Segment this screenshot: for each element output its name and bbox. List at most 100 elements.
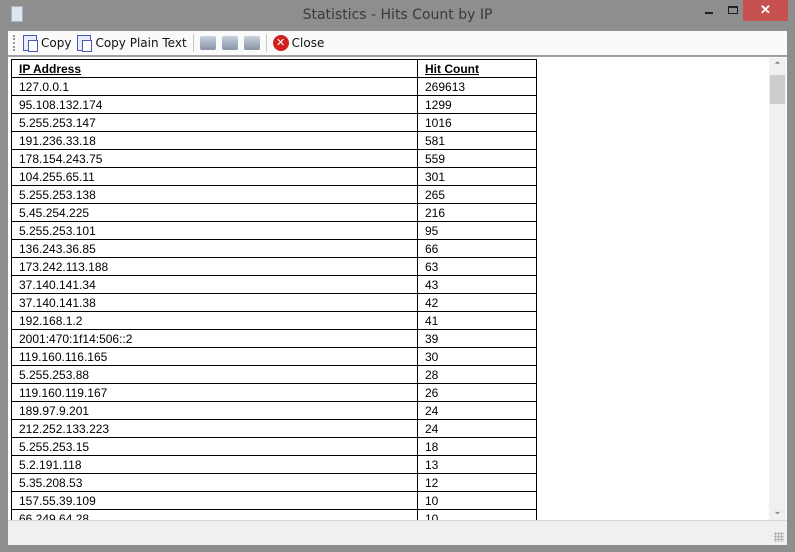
column-header-ip: IP Address (11, 59, 418, 78)
table-row: 191.236.33.18 581 (11, 131, 537, 150)
report-view: IP Address Hit Count 127.0.0.1 269613 95.1… (8, 58, 787, 520)
ip-address-cell: 5.255.253.101 (11, 221, 418, 240)
table-row: 5.255.253.147 1016 (11, 113, 537, 132)
ip-address-cell: 178.154.243.75 (11, 149, 418, 168)
ip-address-cell: 5.45.254.225 (11, 203, 418, 222)
hits-table: IP Address Hit Count 127.0.0.1 269613 95.1… (11, 59, 537, 520)
table-row: 189.97.9.201 24 (11, 401, 537, 420)
table-row: 178.154.243.75 559 (11, 149, 537, 168)
ip-address-cell: 191.236.33.18 (11, 131, 418, 150)
copy-icon (23, 35, 38, 52)
minimize-icon (704, 12, 713, 14)
column-header-hits: Hit Count (417, 59, 537, 78)
hit-count-cell: 581 (417, 131, 537, 150)
maximize-button[interactable] (722, 0, 743, 21)
table-row: 5.35.208.53 12 (11, 473, 537, 492)
hit-count-cell: 30 (417, 347, 537, 366)
hit-count-cell: 559 (417, 149, 537, 168)
ip-address-cell: 95.108.132.174 (11, 95, 418, 114)
ip-address-cell: 5.255.253.88 (11, 365, 418, 384)
copy-button[interactable]: Copy (20, 32, 74, 54)
copy-icon (77, 35, 93, 52)
hit-count-cell: 26 (417, 383, 537, 402)
table-row: 5.255.253.138 265 (11, 185, 537, 204)
hit-count-cell: 13 (417, 455, 537, 474)
ip-address-cell: 5.35.208.53 (11, 473, 418, 492)
toolbar-separator (192, 34, 194, 52)
window-frame: Copy Copy Plain Text ✕ Close IP Address H… (8, 31, 787, 545)
hit-count-cell: 43 (417, 275, 537, 294)
copy-plain-label: Copy Plain Text (95, 36, 187, 50)
ip-address-cell: 37.140.141.34 (11, 275, 418, 294)
ip-address-cell: 157.55.39.109 (11, 491, 418, 510)
maximize-icon (727, 6, 738, 14)
close-button[interactable]: ✕ Close (270, 32, 328, 54)
print-icon[interactable] (243, 36, 260, 50)
ip-address-cell: 192.168.1.2 (11, 311, 418, 330)
ip-address-cell: 104.255.65.11 (11, 167, 418, 186)
table-row: 157.55.39.109 10 (11, 491, 537, 510)
hit-count-cell: 1016 (417, 113, 537, 132)
ip-address-cell: 2001:470:1f14:506::2 (11, 329, 418, 348)
vertical-scrollbar[interactable]: ⌃ ⌄ (769, 58, 786, 520)
table-row: 95.108.132.174 1299 (11, 95, 537, 114)
hit-count-cell: 18 (417, 437, 537, 456)
hit-count-cell: 39 (417, 329, 537, 348)
scroll-up-button[interactable]: ⌃ (769, 58, 786, 75)
copy-label: Copy (41, 36, 72, 50)
scrollbar-thumb[interactable] (770, 75, 785, 104)
title-bar: Statistics - Hits Count by IP ✕ (0, 0, 795, 31)
table-row: 5.255.253.88 28 (11, 365, 537, 384)
close-icon: ✕ (272, 35, 289, 51)
table-row: 5.2.191.118 13 (11, 455, 537, 474)
table-row: 119.160.119.167 26 (11, 383, 537, 402)
minimize-button[interactable] (695, 0, 722, 21)
toolbar: Copy Copy Plain Text ✕ Close (8, 31, 787, 57)
resize-grip[interactable] (774, 532, 784, 542)
table-row: 212.252.133.223 24 (11, 419, 537, 438)
ip-address-cell: 66.249.64.28 (11, 509, 418, 520)
ip-address-cell: 119.160.116.165 (11, 347, 418, 366)
toolbar-grip[interactable] (13, 35, 16, 51)
window-title: Statistics - Hits Count by IP (302, 7, 493, 23)
hit-count-cell: 95 (417, 221, 537, 240)
hit-count-cell: 301 (417, 167, 537, 186)
table-row: 119.160.116.165 30 (11, 347, 537, 366)
hit-count-cell: 66 (417, 239, 537, 258)
ip-address-cell: 119.160.119.167 (11, 383, 418, 402)
table-row: 37.140.141.38 42 (11, 293, 537, 312)
hit-count-cell: 28 (417, 365, 537, 384)
ip-address-cell: 127.0.0.1 (11, 77, 418, 96)
ip-address-cell: 173.242.113.188 (11, 257, 418, 276)
ip-address-cell: 5.255.253.138 (11, 185, 418, 204)
hit-count-cell: 24 (417, 401, 537, 420)
table-row: 66.249.64.28 10 (11, 509, 537, 520)
copy-plain-text-button[interactable]: Copy Plain Text (74, 32, 189, 54)
hit-count-cell: 24 (417, 419, 537, 438)
table-row: 5.45.254.225 216 (11, 203, 537, 222)
ip-address-cell: 5.255.253.147 (11, 113, 418, 132)
table-row: 173.242.113.188 63 (11, 257, 537, 276)
window-close-button[interactable]: ✕ (743, 0, 788, 21)
table-row: 192.168.1.2 41 (11, 311, 537, 330)
hit-count-cell: 10 (417, 491, 537, 510)
hit-count-cell: 41 (417, 311, 537, 330)
table-row: 104.255.65.11 301 (11, 167, 537, 186)
table-header-row: IP Address Hit Count (11, 59, 537, 78)
scroll-down-button[interactable]: ⌄ (769, 503, 786, 520)
close-label: Close (291, 36, 325, 50)
hit-count-cell: 269613 (417, 77, 537, 96)
print-setup-icon[interactable] (199, 36, 216, 50)
ip-address-cell: 5.255.253.15 (11, 437, 418, 456)
hit-count-cell: 63 (417, 257, 537, 276)
toolbar-separator (265, 34, 267, 52)
print-preview-icon[interactable] (221, 36, 238, 50)
table-row: 5.255.253.15 18 (11, 437, 537, 456)
ip-address-cell: 189.97.9.201 (11, 401, 418, 420)
table-row: 37.140.141.34 43 (11, 275, 537, 294)
hit-count-cell: 1299 (417, 95, 537, 114)
hit-count-cell: 10 (417, 509, 537, 520)
ip-address-cell: 136.243.36.85 (11, 239, 418, 258)
table-row: 127.0.0.1 269613 (11, 77, 537, 96)
table-row: 2001:470:1f14:506::2 39 (11, 329, 537, 348)
